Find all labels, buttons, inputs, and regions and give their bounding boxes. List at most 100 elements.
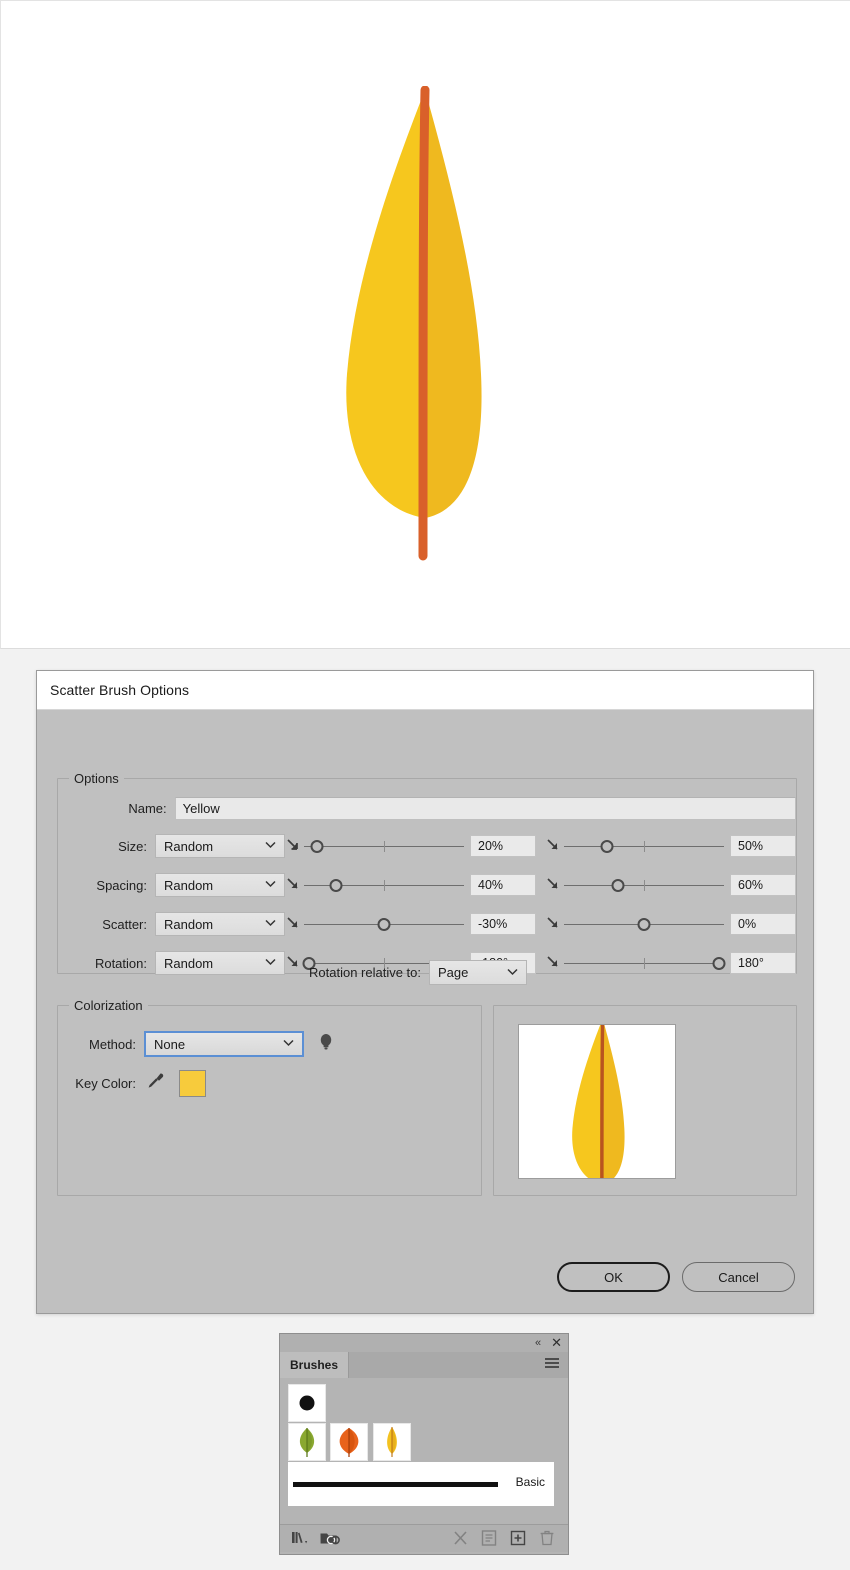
dialog-title: Scatter Brush Options: [50, 682, 190, 698]
leaf-blade-right: [425, 90, 482, 518]
cancel-button[interactable]: Cancel: [682, 1262, 795, 1292]
slider-thumb[interactable]: [600, 840, 614, 853]
brushes-panel-footer: [280, 1524, 568, 1552]
options-group-legend: Options: [69, 771, 124, 786]
slider-thumb[interactable]: [712, 957, 726, 970]
eyedropper-icon[interactable]: [146, 1071, 165, 1096]
remove-brush-stroke-icon: [451, 1529, 471, 1549]
artboard-canvas[interactable]: [0, 0, 850, 649]
rotation-mode-select[interactable]: Random: [155, 951, 285, 975]
libraries-panel-icon[interactable]: [319, 1529, 340, 1549]
brush-stroke-row[interactable]: Basic: [288, 1462, 554, 1506]
scatter-mode-select[interactable]: Random: [155, 912, 285, 936]
slider-thumb[interactable]: [329, 879, 343, 892]
slider-tick: [384, 880, 385, 891]
brushes-panel-titlebar[interactable]: « ✕: [280, 1334, 568, 1352]
size-max-value[interactable]: 50%: [730, 835, 796, 857]
slider-tick: [384, 841, 385, 852]
name-input[interactable]: Yellow: [174, 796, 796, 820]
size-min-slider[interactable]: [304, 833, 464, 859]
panel-menu-icon[interactable]: [544, 1356, 560, 1374]
scatter-min-slider-arrow-icon: [285, 914, 303, 934]
leaf-blade-left: [346, 90, 425, 518]
basic-stroke-preview: [293, 1482, 498, 1487]
slider-thumb[interactable]: [637, 918, 651, 931]
tips-lightbulb-icon[interactable]: [318, 1032, 334, 1057]
brush-thumbnail-row: [288, 1423, 568, 1461]
brushes-panel-content[interactable]: Basic: [280, 1378, 568, 1524]
size-min-value[interactable]: 20%: [470, 835, 536, 857]
ok-button[interactable]: OK: [557, 1262, 670, 1292]
tab-brushes-label: Brushes: [290, 1358, 339, 1372]
brushes-panel: « ✕ Brushes Basic: [279, 1333, 569, 1555]
slider-thumb[interactable]: [611, 879, 625, 892]
spacing-max-value[interactable]: 60%: [730, 874, 796, 896]
scatter-max-slider-arrow-icon: [545, 914, 563, 934]
spacing-min-value[interactable]: 40%: [470, 874, 536, 896]
key-color-swatch[interactable]: [179, 1069, 206, 1097]
scatter-min-value[interactable]: -30%: [470, 913, 536, 935]
slider-thumb[interactable]: [310, 840, 324, 853]
preview-leaf-blade-right: [602, 1025, 625, 1178]
brush-options-icon: [480, 1529, 500, 1549]
spacing-min-slider[interactable]: [304, 872, 464, 898]
scatter-brush-options-dialog: Scatter Brush Options Options Name: Yell…: [36, 670, 814, 1314]
brush-thumbnail-yellow-leaf[interactable]: [372, 1423, 411, 1461]
spacing-max-slider-arrow-icon: [545, 875, 563, 895]
chevron-down-icon: [507, 964, 518, 979]
rotation-relative-select[interactable]: Page: [429, 960, 528, 985]
preview-leaf-midrib: [600, 1025, 605, 1178]
spacing-row: Spacing: Random 40% 60%: [58, 872, 796, 898]
options-group: Options Name: Yellow Size: Random 20% 50…: [57, 771, 797, 976]
spacing-min-slider-arrow-icon: [285, 875, 303, 895]
chevron-down-icon: [283, 1035, 294, 1050]
slider-thumb[interactable]: [377, 918, 391, 931]
size-mode-value: Random: [164, 838, 214, 854]
brush-libraries-menu-icon[interactable]: [290, 1529, 310, 1549]
scatter-mode-value: Random: [164, 916, 214, 932]
method-row: Method: None: [58, 1031, 481, 1057]
brush-thumbnail-row: [288, 1384, 568, 1422]
colorization-method-select[interactable]: None: [144, 1031, 304, 1057]
colorization-method-value: None: [154, 1036, 186, 1052]
slider-tick: [644, 958, 645, 969]
rotation-max-value[interactable]: 180°: [730, 952, 796, 974]
new-brush-icon[interactable]: [509, 1529, 529, 1549]
dialog-body: Options Name: Yellow Size: Random 20% 50…: [37, 710, 813, 1314]
scatter-min-slider[interactable]: [304, 911, 464, 937]
basic-stroke-label: Basic: [515, 1475, 545, 1489]
scatter-row: Scatter: Random -30% 0%: [58, 911, 796, 937]
brush-preview-canvas: [518, 1024, 676, 1179]
size-label: Size:: [118, 838, 147, 854]
brush-thumbnail-orange-leaf[interactable]: [330, 1423, 369, 1461]
spacing-max-slider[interactable]: [564, 872, 724, 898]
black-dot-brush-icon: [299, 1395, 315, 1411]
size-min-slider-arrow-icon: [285, 836, 303, 856]
rotation-relative-row: Rotation relative to: Page: [309, 960, 528, 985]
leaf-midrib: [418, 86, 430, 561]
yellow-leaf-brush-icon: [387, 1427, 397, 1457]
size-mode-select[interactable]: Random: [155, 834, 285, 858]
dialog-button-bar: OK Cancel: [557, 1262, 795, 1292]
brush-thumbnail-basic-dot[interactable]: [288, 1384, 326, 1422]
scatter-max-value[interactable]: 0%: [730, 913, 796, 935]
close-icon[interactable]: ✕: [551, 1335, 562, 1351]
chevron-down-icon: [265, 876, 276, 891]
size-row: Size: Random 20% 50%: [58, 833, 796, 859]
collapse-panel-icon[interactable]: «: [535, 1337, 541, 1349]
spacing-mode-select[interactable]: Random: [155, 873, 285, 897]
brush-thumbnail-green-leaf[interactable]: [288, 1423, 326, 1461]
dialog-titlebar[interactable]: Scatter Brush Options: [37, 671, 813, 710]
slider-tick: [644, 880, 645, 891]
tab-brushes[interactable]: Brushes: [280, 1352, 350, 1378]
rotation-max-slider[interactable]: [564, 950, 726, 976]
size-max-slider[interactable]: [564, 833, 724, 859]
chevron-down-icon: [265, 837, 276, 852]
yellow-leaf-artwork[interactable]: [333, 86, 493, 566]
slider-tick: [644, 841, 645, 852]
green-leaf-brush-icon: [299, 1428, 315, 1457]
scatter-max-slider[interactable]: [564, 911, 724, 937]
scatter-label: Scatter:: [102, 916, 147, 932]
size-max-slider-arrow-icon: [545, 836, 563, 856]
rotation-label: Rotation:: [94, 955, 147, 971]
